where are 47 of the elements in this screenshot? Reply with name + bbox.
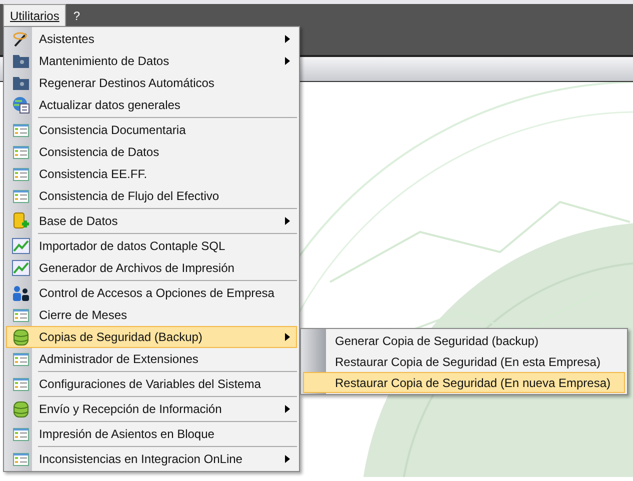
- menu-item[interactable]: Generador de Archivos de Impresión: [6, 257, 297, 279]
- menu-item[interactable]: Restaurar Copia de Seguridad (En nueva Empresa): [303, 372, 625, 393]
- menu-bar-item[interactable]: Utilitarios: [3, 4, 66, 27]
- list-window-icon: [13, 378, 29, 390]
- globe-calendar-icon: [12, 96, 30, 114]
- submenu-arrow-icon: [285, 405, 290, 413]
- menu-item[interactable]: Consistencia EE.FF.: [6, 163, 297, 185]
- menu-item[interactable]: Cierre de Meses: [6, 304, 297, 326]
- users-icon: [12, 285, 30, 301]
- list-window-icon: [13, 452, 29, 466]
- menu-item[interactable]: Base de Datos: [6, 210, 297, 232]
- list-window-icon: [13, 124, 29, 136]
- list-window-icon: [13, 190, 29, 202]
- list-window-icon: [13, 308, 29, 322]
- menu-item[interactable]: Inconsistencias en Integracion OnLine: [6, 448, 297, 470]
- submenu-arrow-icon: [285, 57, 290, 65]
- menu-item[interactable]: Envío y Recepción de Información: [6, 398, 297, 420]
- folder-icon: [13, 76, 29, 90]
- database-icon: [13, 400, 29, 418]
- menu-item[interactable]: Consistencia de Datos: [6, 141, 297, 163]
- submenu-arrow-icon: [285, 217, 290, 225]
- menu-item[interactable]: Restaurar Copia de Seguridad (En esta Empresa): [303, 351, 625, 372]
- menu-item[interactable]: Administrador de Extensiones: [6, 348, 297, 370]
- submenu-arrow-icon: [285, 455, 290, 463]
- submenu-arrow-icon: [285, 333, 290, 341]
- list-window-icon: [13, 352, 29, 366]
- submenu-arrow-icon: [285, 35, 290, 43]
- menu-item[interactable]: Consistencia Documentaria: [6, 119, 297, 141]
- list-window-icon: [13, 146, 29, 158]
- chart-icon: [12, 238, 30, 254]
- menu-bar-item[interactable]: ?: [66, 4, 88, 27]
- menu-item[interactable]: Configuraciones de Variables del Sistema: [6, 373, 297, 395]
- list-window-icon: [13, 428, 29, 440]
- menu-item[interactable]: Regenerar Destinos Automáticos: [6, 72, 297, 94]
- folder-icon: [13, 54, 29, 68]
- list-window-icon: [13, 168, 29, 180]
- menu-item[interactable]: Copias de Seguridad (Backup): [6, 326, 297, 348]
- chart-icon: [12, 260, 30, 276]
- menu-item[interactable]: Consistencia de Flujo del Efectivo: [6, 185, 297, 207]
- menu-item[interactable]: Mantenimiento de Datos: [6, 50, 297, 72]
- menu-item[interactable]: Impresión de Asientos en Bloque: [6, 423, 297, 445]
- menu-item[interactable]: Control de Accesos a Opciones de Empresa: [6, 282, 297, 304]
- menu-item[interactable]: Actualizar datos generales: [6, 94, 297, 116]
- menu-item[interactable]: Generar Copia de Seguridad (backup): [303, 330, 625, 351]
- database-add-icon: [12, 212, 30, 230]
- menu-item[interactable]: Importador de datos Contaple SQL: [6, 235, 297, 257]
- database-icon: [13, 328, 29, 346]
